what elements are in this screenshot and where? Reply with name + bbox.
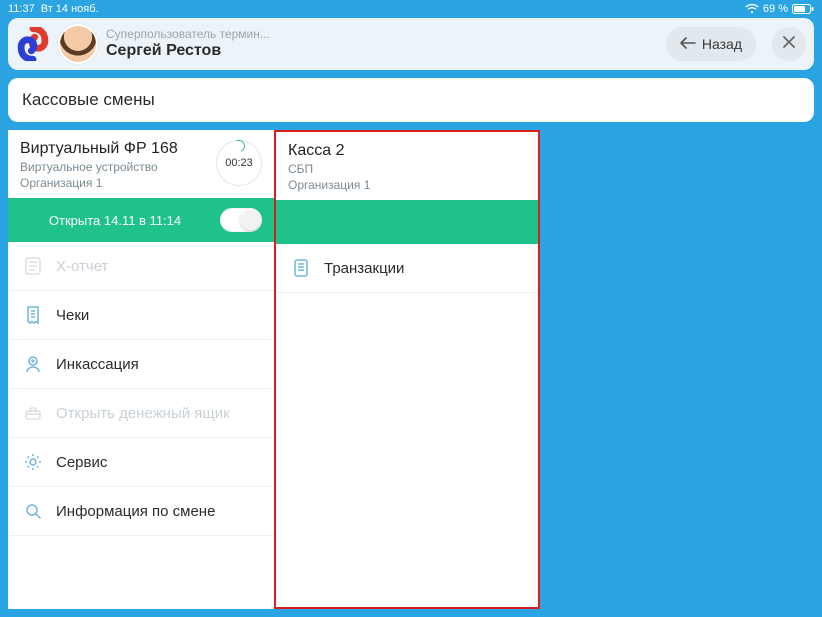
- transactions-icon: [290, 258, 312, 278]
- menu-inkass[interactable]: Инкассация: [8, 340, 274, 389]
- menu-service-label: Сервис: [56, 454, 107, 471]
- user-name: Сергей Рестов: [106, 42, 270, 60]
- register2-sub1: СБП: [288, 162, 526, 176]
- receipt-icon: [22, 305, 44, 325]
- back-button-label: Назад: [702, 36, 742, 52]
- shift-status-text: Открыта 14.11 в 11:14: [20, 213, 210, 228]
- battery-percent: 69 %: [763, 3, 788, 15]
- register2-title: Касса 2: [288, 142, 526, 160]
- register-title: Виртуальный ФР 168: [20, 140, 208, 158]
- menu-x-report: Х-отчет: [8, 242, 274, 291]
- avatar[interactable]: [58, 24, 98, 64]
- arrow-left-icon: [680, 36, 696, 52]
- session-timer-value: 00:23: [225, 157, 253, 169]
- register-panel-right: Касса 2 СБП Организация 1 Транзакции: [274, 130, 540, 609]
- register-device: Виртуальное устройство: [20, 160, 208, 174]
- menu-x-report-label: Х-отчет: [56, 258, 108, 275]
- register-panel-left: Виртуальный ФР 168 Виртуальное устройств…: [8, 130, 274, 609]
- menu-open-drawer-label: Открыть денежный ящик: [56, 405, 230, 422]
- shift-toggle[interactable]: [220, 208, 262, 232]
- user-role: Суперпользователь термин...: [106, 28, 270, 42]
- status-date: Вт 14 нояб.: [41, 3, 99, 15]
- close-button[interactable]: [772, 27, 806, 61]
- shift-status-bar-2: [276, 200, 538, 244]
- wifi-icon: [745, 4, 759, 14]
- menu-transactions[interactable]: Транзакции: [276, 244, 538, 293]
- register-org: Организация 1: [20, 176, 208, 190]
- page-title: Кассовые смены: [8, 78, 814, 122]
- status-time: 11:37: [8, 3, 35, 15]
- shift-status-bar: Открыта 14.11 в 11:14: [8, 198, 274, 242]
- session-timer: 00:23: [216, 140, 262, 186]
- back-button[interactable]: Назад: [666, 27, 756, 61]
- gear-icon: [22, 452, 44, 472]
- register2-sub2: Организация 1: [288, 178, 526, 192]
- drawer-icon: [22, 403, 44, 423]
- close-icon: [782, 35, 796, 54]
- menu-cheki[interactable]: Чеки: [8, 291, 274, 340]
- menu-transactions-label: Транзакции: [324, 260, 404, 277]
- status-bar: 11:37 Вт 14 нояб. 69 %: [0, 0, 822, 18]
- search-icon: [22, 501, 44, 521]
- menu-shift-info-label: Информация по смене: [56, 503, 215, 520]
- app-logo-icon: [16, 27, 50, 61]
- menu-inkass-label: Инкассация: [56, 356, 139, 373]
- menu-service[interactable]: Сервис: [8, 438, 274, 487]
- battery-icon: [792, 4, 814, 14]
- header-card: Суперпользователь термин... Сергей Ресто…: [8, 18, 814, 70]
- report-icon: [22, 256, 44, 276]
- menu-shift-info[interactable]: Информация по смене: [8, 487, 274, 536]
- collection-icon: [22, 354, 44, 374]
- menu-cheki-label: Чеки: [56, 307, 89, 324]
- menu-open-drawer: Открыть денежный ящик: [8, 389, 274, 438]
